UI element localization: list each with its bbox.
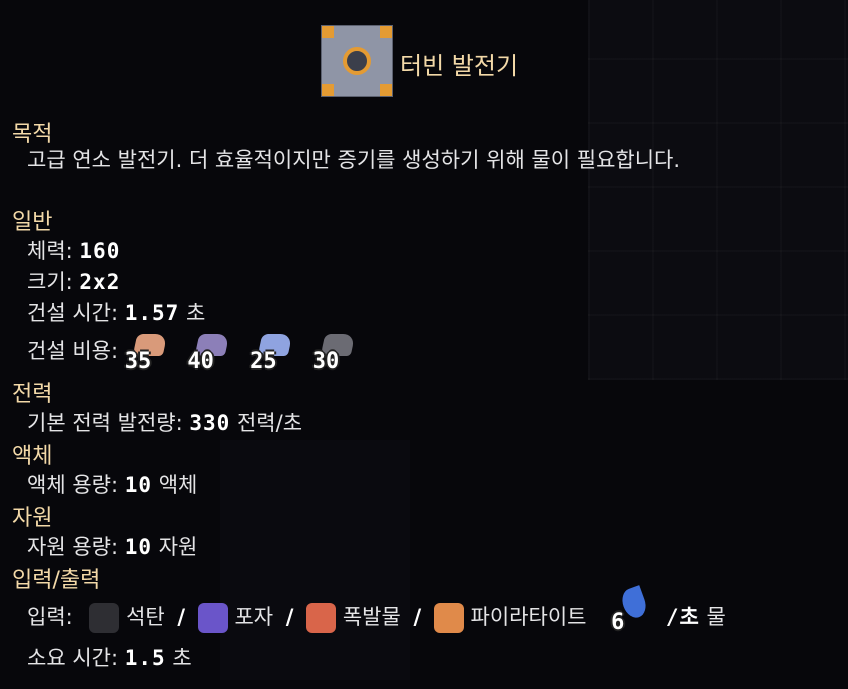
build-time-value: 1.57: [124, 301, 180, 325]
cost-silicon-amount: 30: [312, 349, 340, 374]
water-name: 물: [706, 605, 726, 629]
consume-time-row: 소요 시간: 1.5 초: [27, 642, 192, 672]
background-shadow: [220, 440, 410, 680]
purpose-heading: 목적: [12, 122, 53, 147]
purpose-description: 고급 연소 발전기. 더 효율적이지만 증기를 생성하기 위해 물이 필요합니다…: [27, 148, 681, 172]
build-cost-row: 건설 비용: 35 40 25 30: [27, 334, 369, 374]
size-value: 2x2: [79, 270, 121, 294]
block-icon-corner: [322, 84, 334, 96]
base-output-label: 기본 전력 발전량:: [27, 411, 183, 435]
health-value: 160: [79, 239, 121, 263]
coal-icon: [89, 603, 120, 633]
input-separator: /: [177, 605, 186, 629]
pyratite-icon: [433, 603, 464, 633]
health-row: 체력: 160: [27, 235, 120, 265]
input-blast-name: 폭발물: [342, 605, 401, 629]
water-rate: /초: [665, 605, 700, 629]
base-output-unit: 전력/초: [236, 411, 303, 435]
size-label: 크기:: [27, 270, 73, 294]
cost-titanium-amount: 25: [250, 349, 277, 374]
input-label: 입력:: [27, 605, 73, 629]
base-output-value: 330: [189, 411, 231, 435]
spore-pod-icon: [197, 603, 228, 633]
cost-copper: 35: [125, 334, 179, 374]
consume-time-label: 소요 시간:: [27, 646, 119, 670]
base-output-row: 기본 전력 발전량: 330 전력/초: [27, 407, 302, 437]
resource-capacity-label: 자원 용량:: [27, 535, 119, 559]
input-row: 입력: 석탄 / 포자 / 폭발물 / 파이라타이트 6 /초 물: [27, 585, 726, 638]
input-pyratite-name: 파이라타이트: [470, 605, 587, 629]
resource-heading: 자원: [12, 506, 53, 531]
turbine-generator-block-icon: [321, 25, 393, 97]
build-time-row: 건설 시간: 1.57 초: [27, 297, 205, 327]
blast-compound-icon: [306, 603, 337, 633]
power-heading: 전력: [12, 382, 53, 407]
liquid-capacity-value: 10: [124, 473, 153, 497]
cost-lead-amount: 40: [187, 349, 214, 374]
consume-time-value: 1.5: [124, 646, 166, 670]
resource-capacity-row: 자원 용량: 10 자원: [27, 531, 197, 561]
block-icon-corner: [380, 84, 392, 96]
resource-capacity-value: 10: [124, 535, 153, 559]
cost-copper-amount: 35: [124, 349, 152, 374]
cost-silicon: 30: [313, 334, 367, 374]
resource-capacity-unit: 자원: [158, 535, 198, 559]
build-time-label: 건설 시간:: [27, 301, 119, 325]
water-amount: 6: [611, 610, 625, 635]
build-cost-label: 건설 비용:: [27, 339, 119, 363]
input-coal-name: 석탄: [126, 605, 165, 629]
health-label: 체력:: [27, 239, 73, 263]
input-separator: /: [285, 605, 294, 629]
liquid-capacity-row: 액체 용량: 10 액체: [27, 469, 197, 499]
cost-titanium: 25: [250, 334, 304, 374]
consume-time-unit: 초: [172, 646, 192, 670]
liquid-capacity-unit: 액체: [158, 473, 198, 497]
input-spore-name: 포자: [234, 605, 274, 629]
general-heading: 일반: [12, 210, 53, 235]
block-header: 터빈 발전기: [0, 24, 848, 98]
block-icon-ring: [343, 47, 371, 75]
cost-lead: 40: [187, 334, 241, 374]
size-row: 크기: 2x2: [27, 266, 120, 296]
build-time-unit: 초: [185, 301, 206, 325]
water-input: 6: [609, 585, 659, 638]
io-heading: 입력/출력: [12, 568, 101, 593]
block-icon-corner: [322, 26, 334, 38]
block-title: 터빈 발전기: [400, 52, 519, 80]
input-separator: /: [413, 605, 422, 629]
liquid-capacity-label: 액체 용량:: [27, 473, 119, 497]
block-icon-corner: [380, 26, 392, 38]
liquid-heading: 액체: [12, 444, 53, 469]
